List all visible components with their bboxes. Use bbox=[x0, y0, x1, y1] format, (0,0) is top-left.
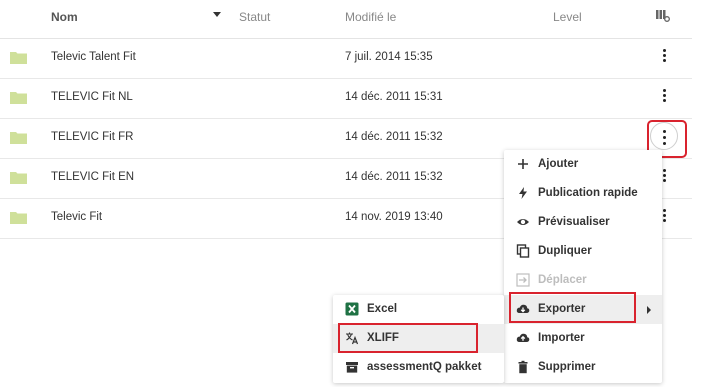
menu-item-label: Déplacer bbox=[538, 274, 587, 286]
row-name: TELEVIC Fit FR bbox=[51, 131, 134, 143]
column-header-level[interactable]: Level bbox=[553, 10, 582, 24]
row-modified: 7 juil. 2014 15:35 bbox=[345, 51, 433, 63]
context-menu: Ajouter Publication rapide Prévisualiser… bbox=[504, 150, 662, 383]
package-icon bbox=[346, 362, 358, 373]
folder-icon bbox=[10, 212, 27, 224]
sort-down-icon[interactable] bbox=[213, 12, 221, 17]
row-name: Televic Fit bbox=[51, 211, 103, 223]
submenu-item-excel[interactable]: Excel bbox=[333, 295, 504, 324]
folder-icon bbox=[10, 172, 27, 184]
row-modified: 14 déc. 2011 15:32 bbox=[345, 131, 443, 143]
row-actions-button[interactable] bbox=[656, 47, 672, 67]
table-header: Nom Statut Modifié le Level bbox=[0, 0, 692, 39]
menu-item-publication-rapide[interactable]: Publication rapide bbox=[504, 179, 662, 208]
menu-item-deplacer: Déplacer bbox=[504, 266, 662, 295]
menu-item-label: Dupliquer bbox=[538, 245, 592, 257]
menu-item-label: assessmentQ pakket bbox=[367, 361, 482, 373]
folder-icon bbox=[10, 132, 27, 144]
menu-item-previsualiser[interactable]: Prévisualiser bbox=[504, 208, 662, 237]
menu-item-importer[interactable]: Importer bbox=[504, 324, 662, 353]
file-browser: Nom Statut Modifié le Level Televic Tale… bbox=[0, 0, 701, 387]
row-modified: 14 déc. 2011 15:31 bbox=[345, 91, 443, 103]
row-name: Televic Talent Fit bbox=[51, 51, 136, 63]
trash-icon bbox=[518, 360, 528, 374]
row-modified: 14 nov. 2019 13:40 bbox=[345, 211, 443, 223]
lightning-icon bbox=[519, 187, 527, 199]
table-row[interactable]: Televic Talent Fit 7 juil. 2014 15:35 bbox=[0, 38, 692, 79]
submenu-item-assessmentq-pakket[interactable]: assessmentQ pakket bbox=[333, 353, 504, 382]
column-header-status[interactable]: Statut bbox=[239, 10, 270, 24]
cloud-upload-icon bbox=[516, 333, 530, 342]
move-icon bbox=[516, 273, 530, 287]
highlight-xliff bbox=[338, 323, 478, 353]
row-actions-button[interactable] bbox=[656, 87, 672, 107]
columns-settings-icon[interactable] bbox=[656, 10, 670, 22]
eye-icon bbox=[517, 219, 529, 225]
menu-item-label: Prévisualiser bbox=[538, 216, 610, 228]
menu-item-label: Supprimer bbox=[538, 361, 596, 373]
menu-item-dupliquer[interactable]: Dupliquer bbox=[504, 237, 662, 266]
plus-icon bbox=[518, 159, 528, 169]
menu-item-ajouter[interactable]: Ajouter bbox=[504, 150, 662, 179]
menu-item-label: Ajouter bbox=[538, 158, 579, 170]
copy-icon bbox=[516, 244, 530, 258]
menu-item-label: Publication rapide bbox=[538, 187, 638, 199]
menu-item-label: Importer bbox=[538, 332, 585, 344]
highlight-exporter bbox=[509, 292, 636, 323]
table-row[interactable]: TELEVIC Fit NL 14 déc. 2011 15:31 bbox=[0, 78, 692, 119]
menu-item-supprimer[interactable]: Supprimer bbox=[504, 353, 662, 382]
column-header-modified[interactable]: Modifié le bbox=[345, 10, 396, 24]
row-modified: 14 déc. 2011 15:32 bbox=[345, 171, 443, 183]
row-name: TELEVIC Fit EN bbox=[51, 171, 135, 183]
folder-icon bbox=[10, 92, 27, 104]
column-header-name[interactable]: Nom bbox=[51, 10, 78, 24]
chevron-right-icon bbox=[647, 306, 651, 314]
row-name: TELEVIC Fit NL bbox=[51, 91, 133, 103]
folder-icon bbox=[10, 52, 27, 64]
excel-icon bbox=[345, 302, 359, 316]
menu-item-label: Excel bbox=[367, 303, 398, 315]
